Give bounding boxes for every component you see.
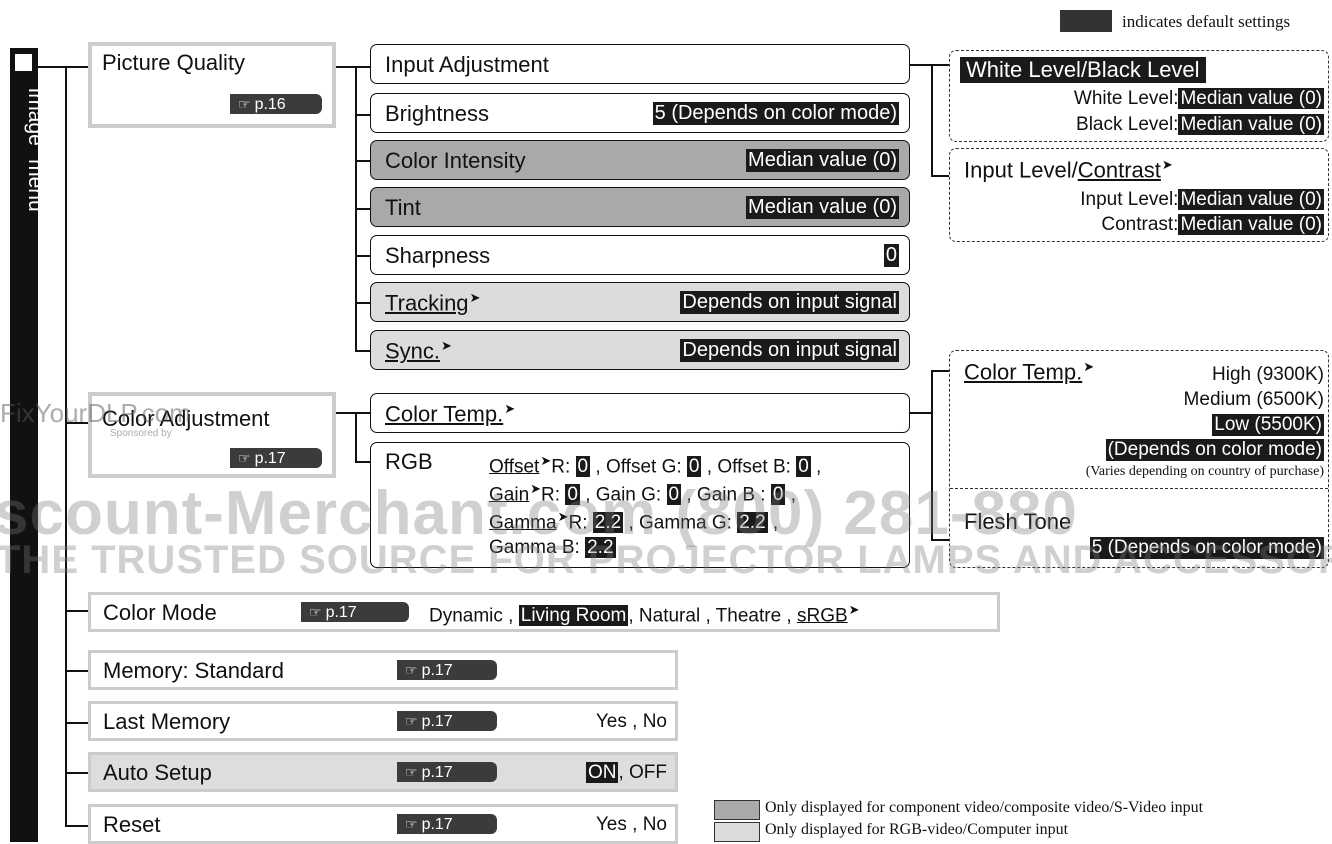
glossary-arrow-icon: ➤	[848, 602, 860, 617]
hand-pointer-icon: ☞	[405, 816, 418, 832]
hand-pointer-icon: ☞	[405, 662, 418, 678]
glossary-arrow-icon: ➤	[469, 290, 481, 305]
page-ref-p17: ☞ p.17	[397, 762, 497, 782]
input-contrast-title: Input Level/Contrast➤	[964, 157, 1173, 183]
input-adjustment-item[interactable]: Input Adjustment	[370, 44, 910, 84]
hand-pointer-icon: ☞	[309, 604, 322, 620]
tint-item[interactable]: Tint Median value (0)	[370, 187, 910, 227]
white-black-level-title: White Level/Black Level	[960, 57, 1206, 83]
component-swatch	[714, 800, 760, 820]
glossary-arrow-icon: ➤	[1083, 359, 1095, 374]
tint-value: Median value (0)	[746, 196, 899, 219]
white-level-value: Median value (0)	[1178, 88, 1324, 109]
watermark-sponsor: Sponsored by	[110, 428, 172, 439]
tracking-item[interactable]: Tracking➤ Depends on input signal	[370, 282, 910, 322]
sharpness-item[interactable]: Sharpness 0	[370, 235, 910, 275]
input-level-value: Median value (0)	[1178, 189, 1324, 210]
color-temp-panel-title: Color Temp.➤	[964, 359, 1095, 385]
color-intensity-item[interactable]: Color Intensity Median value (0)	[370, 140, 910, 180]
glossary-arrow-icon: ➤	[1161, 157, 1173, 172]
input-contrast-panel: Input Level/Contrast➤ Input Level: Median…	[949, 148, 1329, 242]
glossary-arrow-icon: ➤	[504, 401, 516, 416]
page-ref-p17: ☞ p.17	[301, 602, 409, 622]
color-temp-item[interactable]: Color Temp.➤	[370, 393, 910, 433]
color-temp-low-value: Low (5500K)	[1212, 414, 1324, 436]
rgb-swatch	[714, 822, 760, 842]
page-ref-p16: ☞ p.16	[230, 94, 322, 114]
color-temp-depends: (Depends on color mode)	[1105, 439, 1324, 461]
rgb-offset-line: Offset➤R: 0 , Offset G: 0 , Offset B: 0 …	[489, 453, 822, 478]
hand-pointer-icon: ☞	[405, 764, 418, 780]
page-ref-p17: ☞ p.17	[397, 814, 497, 834]
menu-tab-label: "Image" menu	[24, 80, 47, 212]
menu-tab-square	[15, 54, 32, 71]
hand-pointer-icon: ☞	[238, 450, 251, 466]
color-intensity-value: Median value (0)	[746, 149, 899, 172]
tracking-value: Depends on input signal	[680, 291, 899, 314]
memory-row[interactable]: Memory: Standard ☞ p.17	[88, 650, 678, 690]
brightness-item[interactable]: Brightness 5 (Depends on color mode)	[370, 93, 910, 133]
default-note: indicates default settings	[1122, 12, 1291, 31]
hand-pointer-icon: ☞	[238, 96, 251, 112]
page-ref-p17: ☞ p.17	[397, 660, 497, 680]
living-room-value: Living Room	[518, 605, 629, 627]
sharpness-value: 0	[883, 244, 899, 267]
reset-row[interactable]: Reset ☞ p.17 Yes , No	[88, 804, 678, 844]
watermark-site: FixYourDLP.com	[0, 398, 191, 428]
black-level-value: Median value (0)	[1178, 114, 1324, 135]
contrast-value: Median value (0)	[1178, 214, 1324, 235]
component-note: Only displayed for component video/compo…	[765, 799, 1204, 816]
sync-value: Depends on input signal	[680, 339, 899, 362]
color-mode-row[interactable]: Color Mode ☞ p.17 Dynamic , Living Room, …	[88, 592, 1000, 632]
picture-quality-frame: Picture Quality ☞ p.16	[88, 42, 336, 128]
auto-setup-row[interactable]: Auto Setup ☞ p.17 ON, OFF	[88, 752, 678, 792]
trunk-line	[65, 66, 67, 827]
brightness-value: 5 (Depends on color mode)	[652, 102, 899, 125]
rgb-note: Only displayed for RGB-video/Computer in…	[765, 821, 1069, 838]
white-black-level-panel: White Level/Black Level White Level: Medi…	[949, 50, 1329, 142]
hand-pointer-icon: ☞	[405, 713, 418, 729]
sync-item[interactable]: Sync.➤ Depends on input signal	[370, 330, 910, 370]
picture-quality-title: Picture Quality	[102, 50, 246, 75]
default-swatch	[1060, 10, 1112, 32]
last-memory-row[interactable]: Last Memory ☞ p.17 Yes , No	[88, 701, 678, 741]
page-ref-p17: ☞ p.17	[230, 448, 322, 468]
page-ref-p17: ☞ p.17	[397, 711, 497, 731]
watermark-line2: THE TRUSTED SOURCE FOR PROJECTOR LAMPS A…	[0, 538, 1332, 582]
glossary-arrow-icon: ➤	[441, 338, 452, 353]
